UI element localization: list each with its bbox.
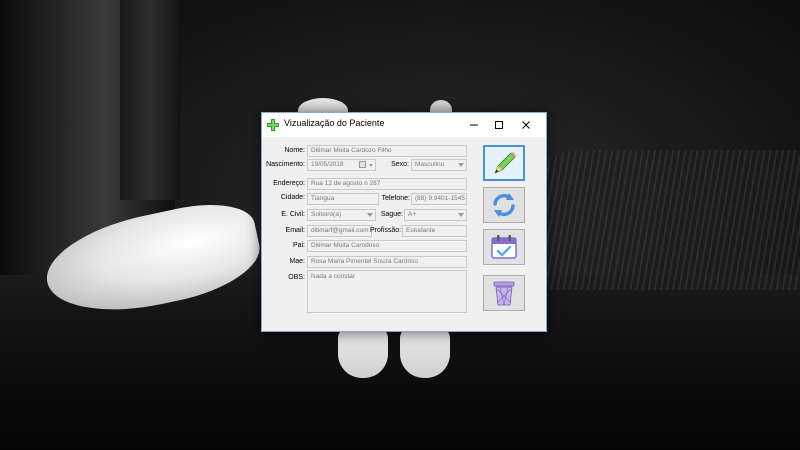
calendar-check-icon [491, 235, 517, 259]
obs-label: OBS: [288, 274, 305, 281]
minimize-button[interactable] [460, 113, 488, 137]
green-cross-icon [267, 119, 279, 131]
nascimento-value: 19/05/2018 [311, 161, 344, 168]
close-button[interactable] [512, 113, 540, 137]
refresh-icon [493, 193, 515, 217]
window-title: Vizualização do Paciente [284, 118, 385, 128]
nome-field[interactable]: Ditimar Moita Cardozo Filho [307, 145, 467, 157]
sexo-value: Masculino [415, 161, 445, 168]
tree-trunk-shadow [120, 0, 180, 200]
dog-paw-right [400, 328, 450, 378]
nascimento-date-picker[interactable]: 19/05/2018 [307, 159, 376, 171]
cidade-label: Cidade: [280, 194, 305, 201]
sangue-label: Sague: [380, 211, 403, 218]
maximize-button[interactable] [485, 113, 513, 137]
estado-civil-value: Solteiro(a) [311, 211, 341, 218]
maximize-icon [495, 121, 503, 129]
mae-field[interactable]: Rosa Maria Pimentel Souza Cardoso [307, 256, 467, 268]
calendar-small-icon [359, 161, 366, 168]
profissao-field[interactable]: Estudante [402, 225, 467, 237]
endereco-label: Endereço: [273, 180, 305, 187]
chevron-down-icon [458, 213, 464, 217]
nome-label: Nome: [284, 147, 305, 154]
chevron-down-icon [369, 164, 373, 167]
delete-button[interactable] [483, 275, 525, 311]
cidade-field[interactable]: Tiangua [307, 193, 379, 205]
chevron-down-icon [367, 213, 373, 217]
edit-button[interactable] [483, 145, 525, 181]
sexo-select[interactable]: Masculino [411, 159, 467, 171]
sexo-label: Sexo: [391, 161, 409, 168]
estado-civil-select[interactable]: Solteiro(a) [307, 209, 376, 221]
sangue-select[interactable]: A+ [404, 209, 467, 221]
endereco-field[interactable]: Rua 12 de agosto n 287 [307, 178, 467, 190]
nascimento-label: Nascimento: [266, 161, 305, 168]
telefone-label: Telefone: [381, 195, 410, 202]
pai-field[interactable]: Ditimar Moita Carodoso [307, 240, 467, 252]
chevron-down-icon [458, 163, 464, 167]
obs-textarea[interactable]: Nada a constar [307, 270, 467, 313]
trash-icon [493, 281, 515, 306]
sangue-value: A+ [408, 211, 417, 218]
profissao-label: Profissão: [370, 227, 402, 234]
grass [520, 150, 800, 290]
dog-paw-left [338, 328, 388, 378]
minimize-icon [470, 124, 478, 126]
pai-label: Pai: [292, 242, 305, 249]
calendar-button[interactable] [483, 229, 525, 265]
pencil-icon [494, 151, 517, 174]
patient-view-window: Vizualização do Paciente Nome: Ditimar M… [261, 112, 547, 332]
close-icon [522, 121, 530, 129]
email-label: Email: [285, 227, 305, 234]
mae-label: Mae: [289, 258, 305, 265]
email-field[interactable]: ditimarf@gmail.com [307, 225, 372, 237]
estado-civil-label: E. Civil: [281, 211, 305, 218]
title-bar[interactable]: Vizualização do Paciente [262, 113, 546, 137]
refresh-button[interactable] [483, 187, 525, 223]
telefone-field[interactable]: (88) 9.9401-1545 [411, 193, 467, 205]
